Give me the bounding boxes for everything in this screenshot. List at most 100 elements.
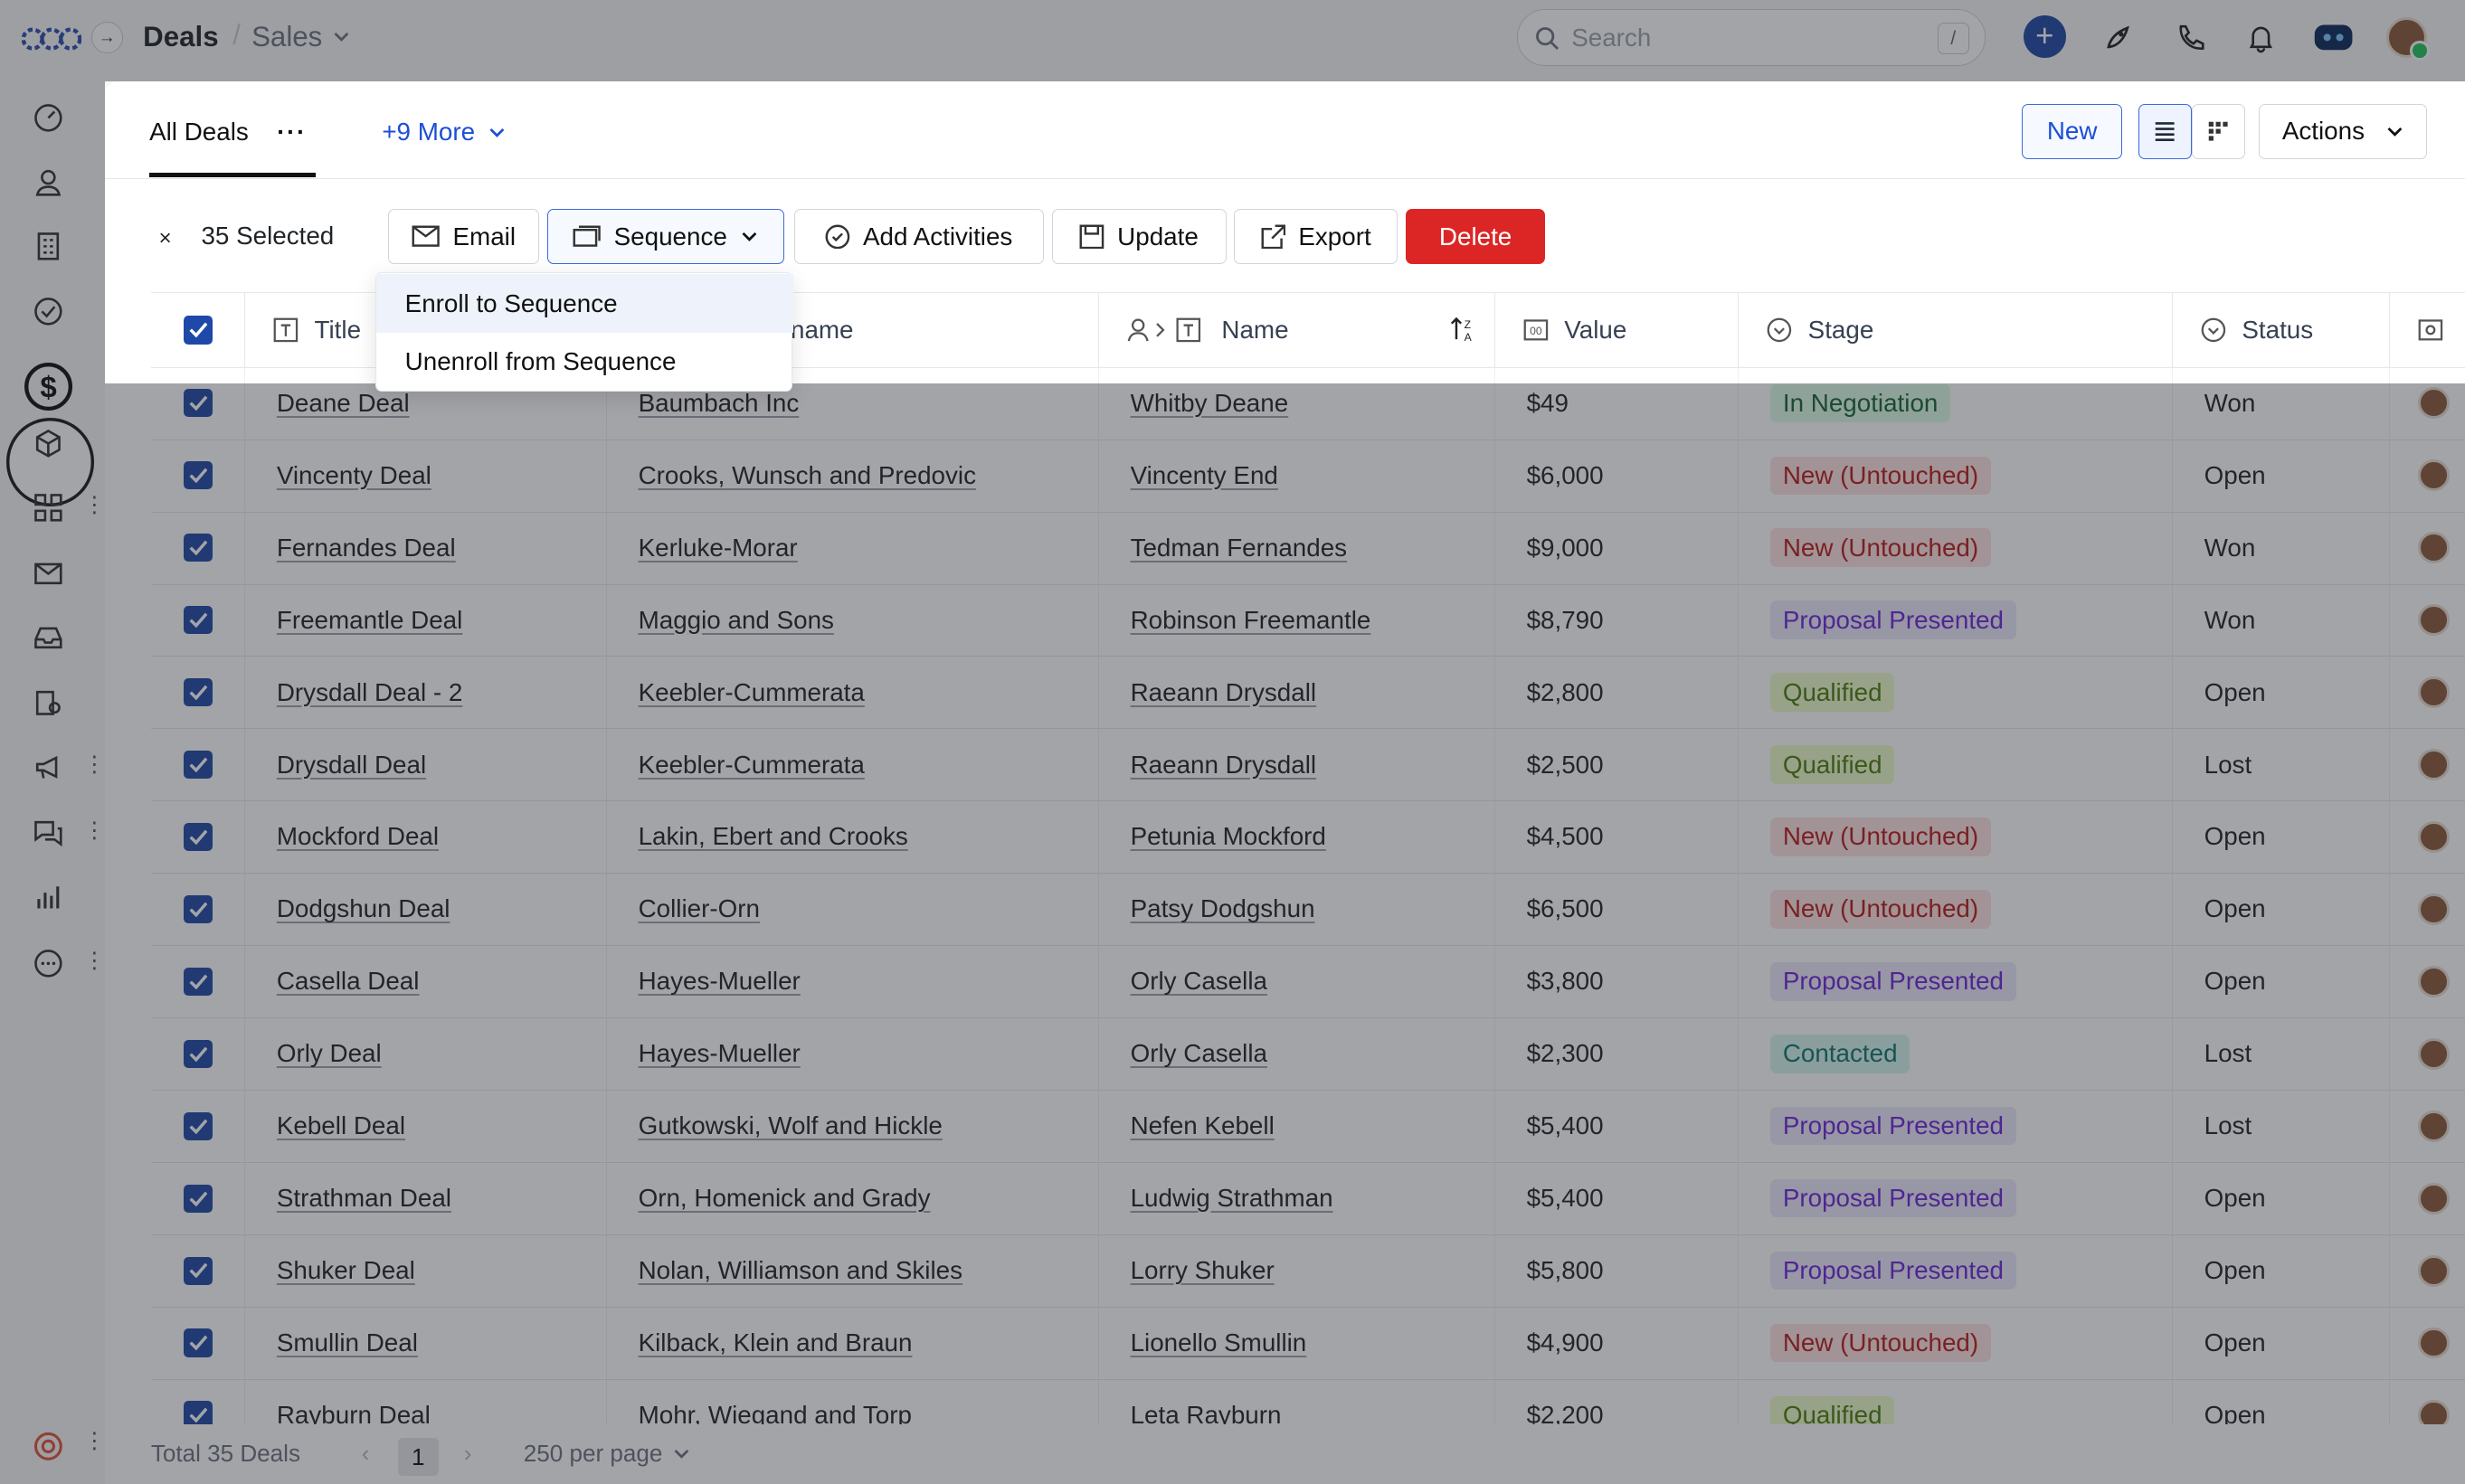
column-name[interactable]: Name ZA xyxy=(1099,293,1495,367)
column-stage[interactable]: Stage xyxy=(1739,293,2173,367)
actions-dropdown[interactable]: Actions xyxy=(2259,103,2428,159)
select-all-checkbox-cell[interactable] xyxy=(151,293,246,367)
row-checkbox[interactable] xyxy=(184,1328,213,1357)
rocket-icon[interactable] xyxy=(2097,17,2138,58)
task-icon[interactable] xyxy=(32,294,66,328)
cell-title-text[interactable]: Smullin Deal xyxy=(277,1328,418,1357)
column-value[interactable]: 00 Value xyxy=(1495,293,1740,367)
help-more-icon[interactable]: ⋮ xyxy=(83,1430,105,1456)
row-checkbox[interactable] xyxy=(184,389,213,418)
table-row[interactable]: Mockford Deal Lakin, Ebert and Crooks Petu… xyxy=(150,801,2465,874)
table-row[interactable]: Orly Deal Hayes-Mueller Orly Casella $2,300… xyxy=(150,1018,2465,1092)
help-icon[interactable] xyxy=(32,1429,66,1463)
cell-name[interactable]: Patsy Dodgshun xyxy=(1099,874,1495,945)
cell-company[interactable]: Keebler-Cummerata xyxy=(607,657,1099,728)
sort-ascending-icon[interactable]: ZA xyxy=(1450,316,1478,344)
table-row[interactable]: Dodgshun Deal Collier-Orn Patsy Dodgshun $6… xyxy=(150,874,2465,947)
cell-company[interactable]: Hayes-Mueller xyxy=(607,1018,1099,1090)
cell-company-text[interactable]: Hayes-Mueller xyxy=(639,1039,801,1068)
cell-title[interactable]: Smullin Deal xyxy=(245,1308,607,1379)
tab-more-views[interactable]: +9 More xyxy=(382,118,506,147)
cell-chk[interactable] xyxy=(151,1091,246,1162)
deals-icon[interactable]: $ xyxy=(22,360,75,413)
row-checkbox[interactable] xyxy=(184,894,213,924)
cell-company-text[interactable]: Maggio and Sons xyxy=(639,606,834,635)
cell-chk[interactable] xyxy=(151,874,246,945)
table-row[interactable]: Drysdall Deal Keebler-Cummerata Raeann Dry… xyxy=(150,729,2465,802)
row-checkbox[interactable] xyxy=(184,1039,213,1068)
bulk-add-activities-button[interactable]: Add Activities xyxy=(793,209,1044,264)
cell-name[interactable]: Petunia Mockford xyxy=(1099,801,1495,873)
new-deal-button[interactable]: New xyxy=(2022,103,2123,159)
cell-chk[interactable] xyxy=(151,657,246,728)
cell-name[interactable]: Orly Casella xyxy=(1099,946,1495,1017)
cell-company-text[interactable]: Keebler-Cummerata xyxy=(639,678,865,707)
bell-icon[interactable] xyxy=(2241,17,2281,58)
cell-name-text[interactable]: Orly Casella xyxy=(1131,967,1267,996)
view-options-icon[interactable]: ··· xyxy=(277,118,307,147)
search-input[interactable] xyxy=(1571,23,1918,52)
cell-name[interactable]: Lorry Shuker xyxy=(1099,1235,1495,1307)
cell-title-text[interactable]: Casella Deal xyxy=(277,967,420,996)
cell-name-text[interactable]: Orly Casella xyxy=(1131,1039,1267,1068)
row-checkbox[interactable] xyxy=(184,1256,213,1285)
phone-icon[interactable] xyxy=(2169,17,2210,58)
menu-item-unenroll-sequence[interactable]: Unenroll from Sequence xyxy=(376,333,793,391)
cell-title[interactable]: Rayburn Deal xyxy=(245,1379,607,1424)
table-row[interactable]: Rayburn Deal Mohr, Wiegand and Torp Leta R… xyxy=(150,1379,2465,1424)
dashboard-icon[interactable] xyxy=(32,100,66,135)
clear-selection-icon[interactable]: × xyxy=(159,226,172,251)
cell-title-text[interactable]: Rayburn Deal xyxy=(277,1401,431,1424)
cell-company[interactable]: Keebler-Cummerata xyxy=(607,729,1099,800)
current-page[interactable]: 1 xyxy=(397,1438,439,1476)
cell-title[interactable]: Drysdall Deal xyxy=(245,729,607,800)
company-icon[interactable] xyxy=(32,230,66,264)
cell-title[interactable]: Strathman Deal xyxy=(245,1163,607,1234)
apps-icon[interactable] xyxy=(32,490,66,525)
row-checkbox[interactable] xyxy=(184,750,213,780)
row-checkbox[interactable] xyxy=(184,1184,213,1213)
cell-chk[interactable] xyxy=(151,1379,246,1424)
cell-title[interactable]: Casella Deal xyxy=(245,946,607,1017)
cell-name[interactable]: Leta Rayburn xyxy=(1099,1379,1495,1424)
cell-title[interactable]: Fernandes Deal xyxy=(245,512,607,583)
list-view-icon[interactable] xyxy=(2138,103,2192,159)
campaign-more-icon[interactable]: ⋮ xyxy=(83,754,105,780)
row-checkbox[interactable] xyxy=(184,1111,213,1140)
cell-name-text[interactable]: Robinson Freemantle xyxy=(1131,606,1371,635)
cell-chk[interactable] xyxy=(151,946,246,1017)
cell-company[interactable]: Collier-Orn xyxy=(607,874,1099,945)
chat-more-icon[interactable]: ⋮ xyxy=(83,820,105,846)
cell-name[interactable]: Raeann Drysdall xyxy=(1099,729,1495,800)
cell-company[interactable]: Orn, Homenick and Grady xyxy=(607,1163,1099,1234)
logo-icon[interactable] xyxy=(22,22,82,56)
cell-company[interactable]: Gutkowski, Wolf and Hickle xyxy=(607,1091,1099,1162)
table-row[interactable]: Smullin Deal Kilback, Klein and Braun Lion… xyxy=(150,1308,2465,1380)
bulk-update-button[interactable]: Update xyxy=(1051,209,1227,264)
cell-company[interactable]: Mohr, Wiegand and Torp xyxy=(607,1379,1099,1424)
cell-company[interactable]: Nolan, Williamson and Skiles xyxy=(607,1235,1099,1307)
cell-name[interactable]: Ludwig Strathman xyxy=(1099,1163,1495,1234)
more-icon[interactable] xyxy=(32,946,66,980)
cell-name-text[interactable]: Ludwig Strathman xyxy=(1131,1184,1333,1213)
kanban-view-icon[interactable] xyxy=(2191,103,2245,159)
cell-title[interactable]: Vincenty Deal xyxy=(245,440,607,511)
row-checkbox[interactable] xyxy=(184,677,213,707)
product-icon[interactable] xyxy=(32,426,66,460)
expand-sidebar-icon[interactable]: → xyxy=(90,22,123,54)
cell-name[interactable]: Whitby Deane xyxy=(1099,367,1495,439)
cell-company-text[interactable]: Nolan, Williamson and Skiles xyxy=(639,1256,962,1285)
freddy-ai-icon[interactable] xyxy=(2313,17,2354,58)
tab-all-deals[interactable]: All Deals ··· xyxy=(149,118,307,147)
reports-icon[interactable] xyxy=(32,880,66,914)
apps-more-icon[interactable]: ⋮ xyxy=(83,495,105,520)
cell-name[interactable]: Nefen Kebell xyxy=(1099,1091,1495,1162)
cell-name-text[interactable]: Raeann Drysdall xyxy=(1131,678,1317,707)
cell-chk[interactable] xyxy=(151,1018,246,1090)
cell-title[interactable]: Freemantle Deal xyxy=(245,584,607,656)
table-row[interactable]: Casella Deal Hayes-Mueller Orly Casella $3,… xyxy=(150,946,2465,1019)
cell-name[interactable]: Lionello Smullin xyxy=(1099,1308,1495,1379)
column-owner[interactable] xyxy=(2390,293,2465,367)
cell-name[interactable]: Robinson Freemantle xyxy=(1099,584,1495,656)
cell-title-text[interactable]: Deane Deal xyxy=(277,389,410,418)
